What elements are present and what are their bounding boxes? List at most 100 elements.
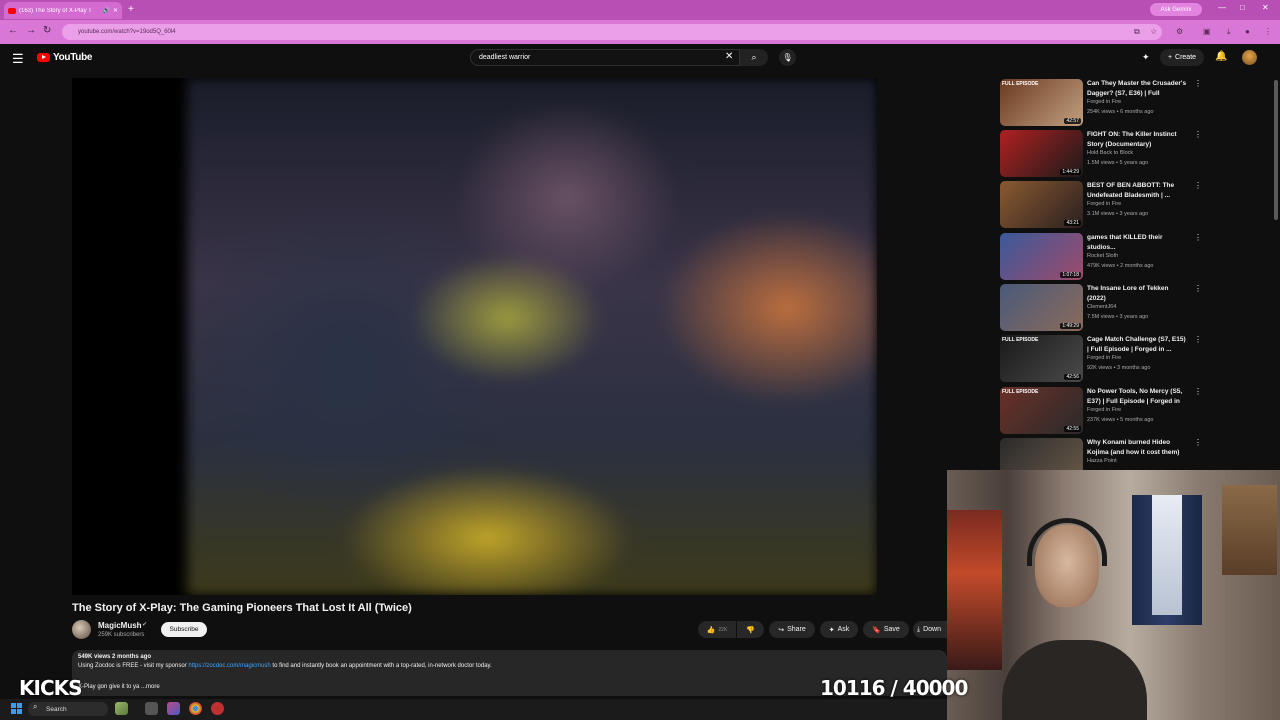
create-button[interactable]: + Create (1160, 49, 1204, 66)
description-more[interactable]: X-Play gon give it to ya ...more (78, 684, 160, 690)
channel-avatar[interactable] (72, 620, 91, 639)
hamburger-menu-icon[interactable]: ☰ (12, 51, 24, 67)
more-options-icon[interactable]: ⋮ (1194, 335, 1202, 344)
recommendation-item[interactable]: FULL EPISODE 42:56 Cage Match Challenge (S… (1000, 335, 1205, 382)
taskbar-widget-icon[interactable] (115, 702, 128, 715)
recommendation-thumbnail[interactable]: 1:07:18 (1000, 233, 1083, 280)
recommendation-channel[interactable]: Forged in Fire (1087, 355, 1121, 361)
recommendation-channel[interactable]: Forged in Fire (1087, 407, 1121, 413)
ask-label: Ask (837, 626, 850, 633)
duration-badge: 42:55 (1064, 426, 1081, 432)
url-field[interactable]: youtube.com/watch?v=19od5Q_60l4 (62, 24, 1162, 40)
bookmark-icon: 🔖 (872, 626, 881, 634)
user-avatar[interactable] (1242, 50, 1257, 65)
recommendation-title[interactable]: Can They Master the Crusader's Dagger? (… (1087, 79, 1187, 98)
forward-icon[interactable]: → (26, 25, 36, 36)
recommendation-item[interactable]: FULL EPISODE 42:57 Can They Master the Cru… (1000, 79, 1205, 126)
subscribe-button[interactable]: Subscribe (161, 622, 207, 637)
search-button[interactable]: ⌕ (740, 49, 768, 66)
channel-name[interactable]: MagicMush (98, 621, 142, 630)
taskbar-chrome-icon[interactable] (189, 702, 202, 715)
more-options-icon[interactable]: ⋮ (1194, 387, 1202, 396)
back-icon[interactable]: ← (8, 25, 18, 36)
recommendation-channel[interactable]: Forged in Fire (1087, 99, 1121, 105)
browser-tab[interactable]: (163) The Story of X-Play T 🔊 ✕ (4, 2, 122, 19)
video-title: The Story of X-Play: The Gaming Pioneers… (72, 602, 412, 614)
recommendation-channel[interactable]: ClementJ64 (1087, 304, 1116, 310)
more-options-icon[interactable]: ⋮ (1194, 284, 1202, 293)
subscriber-count: 259K subscribers (98, 632, 145, 638)
recommendation-item[interactable]: FULL EPISODE 42:55 No Power Tools, No Merc… (1000, 387, 1205, 434)
recommendation-title[interactable]: BEST OF BEN ABBOTT: The Undefeated Blade… (1087, 181, 1187, 200)
more-options-icon[interactable]: ⋮ (1194, 130, 1202, 139)
recommendation-item[interactable]: 1:49:29 The Insane Lore of Tekken (2022) C… (1000, 284, 1205, 331)
recommendation-thumbnail[interactable]: FULL EPISODE 42:55 (1000, 387, 1083, 434)
recommendation-title[interactable]: The Insane Lore of Tekken (2022) (1087, 284, 1187, 303)
scrollbar[interactable] (1274, 80, 1278, 220)
profile-icon[interactable]: ● (1245, 27, 1250, 36)
more-options-icon[interactable]: ⋮ (1194, 233, 1202, 242)
duration-badge: 43:21 (1064, 220, 1081, 226)
tab-close-icon[interactable]: ✕ (113, 7, 118, 14)
sidebar-icon[interactable]: ▣ (1203, 27, 1211, 36)
save-button[interactable]: 🔖 Save (863, 621, 909, 638)
recommendation-title[interactable]: Why Konami burned Hideo Kojima (and how … (1087, 438, 1187, 457)
recommendation-title[interactable]: Cage Match Challenge (S7, E15) | Full Ep… (1087, 335, 1187, 354)
ask-button[interactable]: ✦ Ask (820, 621, 858, 638)
taskbar-app-icon[interactable] (167, 702, 180, 715)
recommendation-thumbnail[interactable]: 1:44:29 (1000, 130, 1083, 177)
recommendation-thumbnail[interactable]: FULL EPISODE 42:57 (1000, 79, 1083, 126)
reload-icon[interactable]: ↻ (43, 25, 51, 36)
recommendation-item[interactable]: 1:07:18 games that KILLED their studios..… (1000, 233, 1205, 280)
recommendation-thumbnail[interactable]: 43:21 (1000, 181, 1083, 228)
ask-gemini-button[interactable]: Ask Gemini (1150, 3, 1202, 16)
share-button[interactable]: ↪ Share (769, 621, 815, 638)
recommendation-title[interactable]: FIGHT ON: The Killer Instinct Story (Doc… (1087, 130, 1187, 149)
more-options-icon[interactable]: ⋮ (1194, 438, 1202, 447)
minimize-button[interactable]: — (1218, 3, 1226, 12)
close-window-button[interactable]: ✕ (1262, 3, 1269, 12)
cast-icon[interactable]: ✦ (1142, 52, 1150, 63)
recommendation-title[interactable]: games that KILLED their studios... (1087, 233, 1187, 252)
extensions-icon[interactable]: ⚙ (1176, 27, 1183, 36)
taskbar-files-icon[interactable] (145, 702, 158, 715)
maximize-button[interactable]: □ (1240, 3, 1245, 12)
sponsor-link[interactable]: https://zocdoc.com/magicmush (188, 663, 270, 669)
more-options-icon[interactable]: ⋮ (1194, 79, 1202, 88)
youtube-logo[interactable]: YouTube (37, 52, 93, 63)
search-input[interactable]: deadliest warrior (470, 49, 740, 66)
new-tab-button[interactable]: + (128, 4, 134, 15)
download-icon[interactable]: ⤓ (1227, 27, 1231, 37)
taskbar-search[interactable]: Search (28, 702, 108, 716)
dislike-button[interactable]: 👎 (737, 621, 764, 638)
duration-badge: 42:57 (1064, 118, 1081, 124)
recommendation-thumbnail[interactable]: 1:49:29 (1000, 284, 1083, 331)
taskbar-obs-icon[interactable] (211, 702, 224, 715)
duration-badge: 1:49:29 (1060, 323, 1081, 329)
recommendation-channel[interactable]: Hold Back to Block (1087, 150, 1133, 156)
mic-icon: 🎙 (782, 53, 793, 62)
recommendation-channel[interactable]: Rocket Sloth (1087, 253, 1118, 259)
recommendation-thumbnail[interactable]: FULL EPISODE 42:56 (1000, 335, 1083, 382)
bookmark-star-icon[interactable]: ☆ (1150, 27, 1157, 36)
clear-search-icon[interactable]: ✕ (725, 51, 733, 62)
video-player[interactable] (72, 78, 877, 595)
windows-start-icon[interactable] (11, 703, 22, 714)
tab-audio-icon[interactable]: 🔊 (102, 7, 109, 14)
browser-menu-icon[interactable]: ⋮ (1264, 27, 1272, 36)
recommendation-item[interactable]: 1:44:29 FIGHT ON: The Killer Instinct Sto… (1000, 130, 1205, 177)
description-suffix: to find and instantly book an appointmen… (270, 663, 492, 669)
install-icon[interactable]: ⧉ (1134, 27, 1140, 37)
notifications-bell-icon[interactable]: 🔔 (1215, 51, 1227, 62)
description-box[interactable] (72, 650, 947, 696)
view-count-date: 549K views 2 months ago (78, 654, 152, 660)
video-frame (187, 78, 877, 595)
recommendation-item[interactable]: 43:21 BEST OF BEN ABBOTT: The Undefeated … (1000, 181, 1205, 228)
recommendation-channel[interactable]: Forged in Fire (1087, 201, 1121, 207)
more-options-icon[interactable]: ⋮ (1194, 181, 1202, 190)
recommendation-channel[interactable]: Hazza Point (1087, 458, 1117, 464)
like-button[interactable]: 👍 22K (698, 621, 736, 638)
recommendation-title[interactable]: No Power Tools, No Mercy (S5, E37) | Ful… (1087, 387, 1187, 406)
voice-search-button[interactable]: 🎙 (779, 49, 796, 66)
plus-icon: + (1167, 54, 1173, 61)
